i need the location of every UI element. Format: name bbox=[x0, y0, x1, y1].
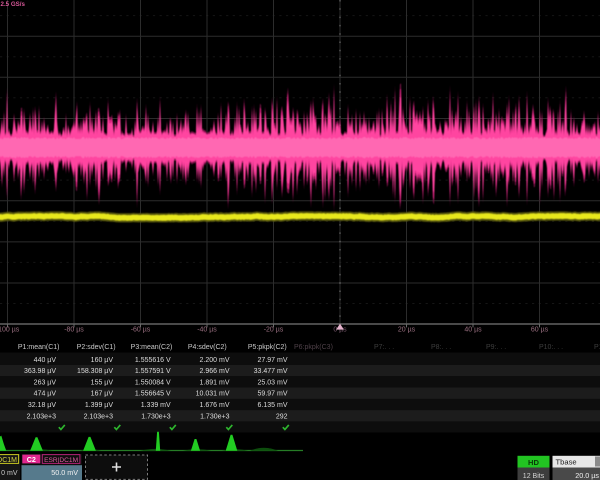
svg-text:27.97 mV: 27.97 mV bbox=[258, 357, 288, 364]
svg-text:C2: C2 bbox=[27, 455, 36, 464]
svg-text:P2:sdev(C1): P2:sdev(C1) bbox=[77, 344, 116, 351]
svg-text:1.891 mV: 1.891 mV bbox=[200, 379, 230, 386]
svg-text:60 µs: 60 µs bbox=[531, 326, 549, 333]
svg-text:12 Bits: 12 Bits bbox=[523, 473, 545, 480]
svg-text:-80 µs: -80 µs bbox=[64, 326, 84, 333]
svg-text:50.0 mV: 50.0 mV bbox=[51, 468, 78, 477]
svg-text:-100 µs: -100 µs bbox=[0, 326, 20, 333]
svg-text:DC1M: DC1M bbox=[0, 457, 17, 464]
svg-text:1.676 mV: 1.676 mV bbox=[200, 402, 230, 409]
svg-text:20 µs: 20 µs bbox=[398, 326, 416, 333]
svg-text:6.135 mV: 6.135 mV bbox=[258, 402, 288, 409]
svg-text:-40 µs: -40 µs bbox=[197, 326, 217, 333]
svg-text:1.550084 V: 1.550084 V bbox=[135, 379, 171, 386]
svg-text:292: 292 bbox=[276, 413, 288, 420]
svg-text:P10:. . .: P10:. . . bbox=[539, 344, 563, 351]
svg-text:-60 µs: -60 µs bbox=[131, 326, 151, 333]
svg-text:2.200 mV: 2.200 mV bbox=[200, 357, 230, 364]
svg-text:474 µV: 474 µV bbox=[34, 391, 57, 398]
svg-text:P1: P1 bbox=[594, 344, 600, 351]
svg-text:10.031 mV: 10.031 mV bbox=[196, 391, 230, 398]
svg-text:2.966 mV: 2.966 mV bbox=[200, 368, 230, 375]
svg-text:263 µV: 263 µV bbox=[34, 379, 57, 386]
svg-text:P9:. . .: P9:. . . bbox=[486, 344, 506, 351]
svg-text:32.18 µV: 32.18 µV bbox=[28, 402, 56, 409]
svg-text:1.730e+3: 1.730e+3 bbox=[141, 413, 170, 420]
svg-text:25.03 mV: 25.03 mV bbox=[258, 379, 288, 386]
svg-text:Tbase: Tbase bbox=[556, 458, 577, 467]
svg-text:P5:pkpk(C2): P5:pkpk(C2) bbox=[248, 344, 287, 351]
svg-text:167 µV: 167 µV bbox=[91, 391, 114, 398]
svg-text:P6:pkpk(C3): P6:pkpk(C3) bbox=[294, 344, 333, 351]
svg-text:P7:. . .: P7:. . . bbox=[374, 344, 394, 351]
svg-text:33.477 mV: 33.477 mV bbox=[254, 368, 288, 375]
svg-text:2.5 GS/s: 2.5 GS/s bbox=[1, 1, 26, 8]
svg-text:1.556645 V: 1.556645 V bbox=[135, 391, 171, 398]
svg-text:0 mV: 0 mV bbox=[1, 470, 18, 477]
svg-text:HD: HD bbox=[528, 458, 539, 467]
svg-text:155 µV: 155 µV bbox=[91, 379, 114, 386]
svg-text:2.103e+3: 2.103e+3 bbox=[84, 413, 113, 420]
svg-text:1.557591 V: 1.557591 V bbox=[135, 368, 171, 375]
svg-text:20.0 µs: 20.0 µs bbox=[575, 471, 599, 480]
svg-text:ESR|DC1M: ESR|DC1M bbox=[44, 457, 78, 464]
svg-text:440 µV: 440 µV bbox=[34, 357, 57, 364]
svg-text:1.339 mV: 1.339 mV bbox=[141, 402, 171, 409]
svg-text:P1:mean(C1): P1:mean(C1) bbox=[18, 344, 60, 351]
svg-text:363.98 µV: 363.98 µV bbox=[24, 368, 56, 375]
svg-text:P3:mean(C2): P3:mean(C2) bbox=[131, 344, 173, 351]
svg-text:40 µs: 40 µs bbox=[464, 326, 482, 333]
svg-text:1.730e+3: 1.730e+3 bbox=[200, 413, 229, 420]
svg-text:160 µV: 160 µV bbox=[91, 357, 114, 364]
svg-text:P8:. . .: P8:. . . bbox=[431, 344, 451, 351]
svg-text:59.97 mV: 59.97 mV bbox=[258, 391, 288, 398]
svg-text:158.308 µV: 158.308 µV bbox=[77, 368, 113, 375]
svg-text:-20 µs: -20 µs bbox=[264, 326, 284, 333]
svg-text:2.103e+3: 2.103e+3 bbox=[27, 413, 56, 420]
svg-text:1.555616 V: 1.555616 V bbox=[135, 357, 171, 364]
svg-text:P4:sdev(C2): P4:sdev(C2) bbox=[188, 344, 227, 351]
svg-text:1.399 µV: 1.399 µV bbox=[85, 402, 113, 409]
